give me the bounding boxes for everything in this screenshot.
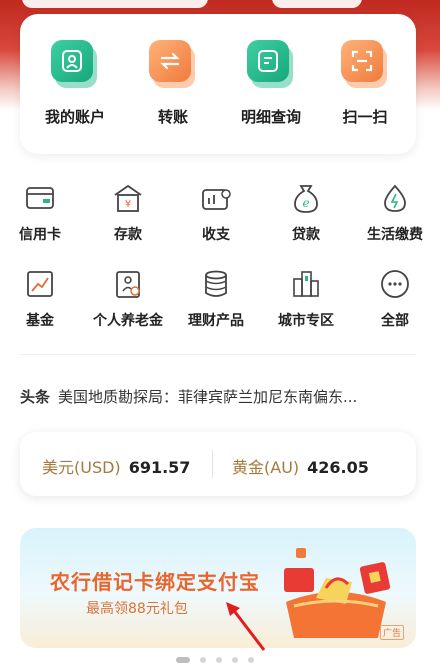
ad-tag: 广告 xyxy=(379,625,404,640)
statement-icon xyxy=(247,40,295,88)
service-label: 存款 xyxy=(114,227,142,243)
carousel-dot-active[interactable] xyxy=(176,657,190,663)
headline-news[interactable]: 头条 美国地质勘探局：菲律宾萨兰加尼东南偏东... xyxy=(20,386,420,408)
credit-card-icon xyxy=(22,180,58,216)
city-icon xyxy=(288,266,324,302)
service-city[interactable]: 城市专区 xyxy=(266,266,346,330)
utility-bill-icon xyxy=(377,180,413,216)
quick-actions-card: 我的账户 转账 明细查询 扫一扫 xyxy=(20,14,416,154)
carousel-dot[interactable] xyxy=(216,657,222,663)
banner-subtitle: 最高领88元礼包 xyxy=(86,601,188,617)
service-deposit[interactable]: ¥ 存款 xyxy=(88,180,168,244)
service-label: 全部 xyxy=(381,313,409,329)
carousel-dot[interactable] xyxy=(232,657,238,663)
gold-rate[interactable]: 黄金(AU) 426.05 xyxy=(232,454,369,478)
quick-action-my-account[interactable]: 我的账户 xyxy=(30,40,120,127)
carousel-dot[interactable] xyxy=(200,657,206,663)
divider xyxy=(20,354,416,355)
svg-text:¥: ¥ xyxy=(125,199,131,210)
quick-action-statement[interactable]: 明细查询 xyxy=(226,40,316,127)
headline-text: 美国地质勘探局：菲律宾萨兰加尼东南偏东... xyxy=(58,388,358,406)
red-arrow-annotation xyxy=(226,602,266,651)
gold-value: 426.05 xyxy=(307,458,369,477)
quick-action-scan[interactable]: 扫一扫 xyxy=(320,40,410,127)
service-pension[interactable]: 个人养老金 xyxy=(88,266,168,330)
rates-card: 美元(USD) 691.57 黄金(AU) 426.05 xyxy=(20,432,416,496)
pension-icon xyxy=(110,266,146,302)
service-label: 城市专区 xyxy=(278,313,334,329)
quick-action-label: 我的账户 xyxy=(44,108,105,126)
service-loan[interactable]: e 贷款 xyxy=(266,180,346,244)
income-expense-icon xyxy=(198,180,234,216)
quick-action-label: 转账 xyxy=(157,108,188,126)
gold-label: 黄金(AU) xyxy=(232,458,300,477)
fund-icon xyxy=(22,266,58,302)
wealth-icon xyxy=(198,266,234,302)
usd-rate[interactable]: 美元(USD) 691.57 xyxy=(42,454,190,478)
deposit-icon: ¥ xyxy=(110,180,146,216)
more-icon xyxy=(377,266,413,302)
carousel-dot[interactable] xyxy=(248,657,254,663)
scan-icon xyxy=(341,40,389,88)
service-fund[interactable]: 基金 xyxy=(0,266,80,330)
service-label: 基金 xyxy=(26,313,54,329)
promo-banner[interactable]: 农行借记卡绑定支付宝 最高领88元礼包 广告 xyxy=(20,528,416,648)
service-label: 个人养老金 xyxy=(93,313,163,329)
service-credit-card[interactable]: 信用卡 xyxy=(0,180,80,244)
service-utility-bill[interactable]: 生活缴费 xyxy=(355,180,435,244)
service-income-expense[interactable]: 收支 xyxy=(176,180,256,244)
usd-label: 美元(USD) xyxy=(42,458,121,477)
top-tab-right xyxy=(272,0,362,8)
service-label: 信用卡 xyxy=(19,227,61,243)
headline-tag: 头条 xyxy=(20,388,51,406)
svg-text:e: e xyxy=(302,196,309,210)
service-label: 贷款 xyxy=(292,227,320,243)
service-label: 生活缴费 xyxy=(367,227,423,243)
loan-icon: e xyxy=(288,180,324,216)
banner-title: 农行借记卡绑定支付宝 xyxy=(50,570,260,594)
service-label: 收支 xyxy=(202,227,230,243)
quick-action-label: 扫一扫 xyxy=(342,108,388,126)
quick-action-label: 明细查询 xyxy=(240,108,301,126)
service-wealth[interactable]: 理财产品 xyxy=(176,266,256,330)
usd-value: 691.57 xyxy=(128,458,191,477)
transfer-icon xyxy=(149,40,197,88)
account-icon xyxy=(51,40,99,88)
quick-action-transfer[interactable]: 转账 xyxy=(128,40,218,127)
service-label: 理财产品 xyxy=(188,313,244,329)
top-tab-left xyxy=(22,0,208,8)
service-all[interactable]: 全部 xyxy=(355,266,435,330)
rate-separator xyxy=(212,450,213,478)
